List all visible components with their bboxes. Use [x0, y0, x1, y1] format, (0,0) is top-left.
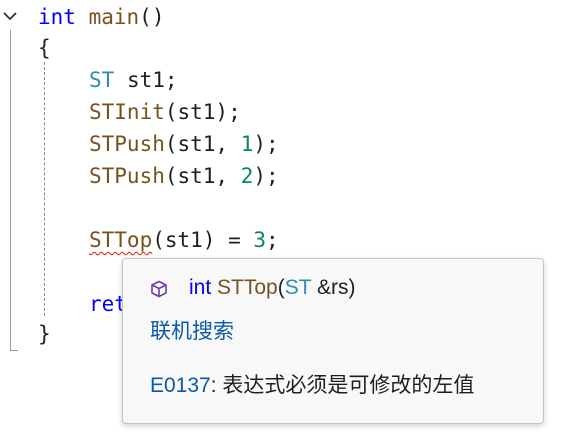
punctuation: ) [348, 276, 356, 299]
signature-keyword: int [189, 276, 212, 299]
code-text: ); [253, 132, 279, 156]
fold-guide-end [10, 350, 18, 351]
code-line-push-2[interactable]: STPush(st1, 2); [89, 160, 279, 192]
code-text: st1; [114, 68, 178, 92]
chevron-down-icon[interactable] [2, 8, 18, 24]
code-text: (st1) = [152, 228, 254, 252]
signature-param-type: ST [284, 276, 312, 299]
code-line-open-brace[interactable]: { [38, 32, 51, 64]
error-function-name[interactable]: STTop [89, 228, 152, 252]
code-line-main-signature[interactable]: int main() [38, 1, 164, 33]
fold-guide [10, 30, 11, 350]
number-literal: 2 [240, 164, 254, 188]
type-name: ST [89, 68, 115, 92]
function-name: STInit [89, 100, 165, 124]
hover-tooltip: int STTop(ST &rs) 联机搜索 E0137: 表达式必须是可修改的… [122, 258, 544, 424]
number-literal: 3 [253, 228, 267, 252]
code-line-declare[interactable]: ST st1; [89, 64, 178, 96]
error-text: : 表达式必须是可修改的左值 [210, 374, 475, 397]
signature-param: &rs [311, 276, 349, 299]
code-editor[interactable]: int main() { ST st1; STInit(st1); STPush… [0, 0, 564, 441]
code-text: ; [266, 228, 279, 252]
brace: { [38, 36, 51, 60]
online-search-link[interactable]: 联机搜索 [150, 315, 234, 349]
error-code-link[interactable]: E0137 [150, 374, 211, 397]
keyword: int [38, 5, 76, 29]
code-text: (st1); [164, 100, 241, 124]
code-line-init[interactable]: STInit(st1); [89, 96, 241, 128]
code-line-push-1[interactable]: STPush(st1, 1); [89, 128, 279, 160]
error-message: E0137: 表达式必须是可修改的左值 [150, 369, 474, 403]
brace: } [38, 322, 51, 346]
function-name: STPush [89, 164, 165, 188]
cube-icon [151, 280, 167, 298]
code-text: ); [253, 164, 279, 188]
punctuation: ( [277, 276, 285, 299]
function-name: main [88, 5, 140, 29]
code-text: (st1, [164, 132, 241, 156]
number-literal: 1 [240, 132, 254, 156]
code-line-close-brace[interactable]: } [38, 318, 51, 350]
function-name: STPush [89, 132, 165, 156]
code-line-top-assign[interactable]: STTop(st1) = 3; [89, 224, 279, 256]
punctuation: () [139, 5, 165, 29]
code-text: (st1, [164, 164, 241, 188]
signature-function: STTop [217, 276, 278, 299]
indent-guide [44, 62, 45, 316]
